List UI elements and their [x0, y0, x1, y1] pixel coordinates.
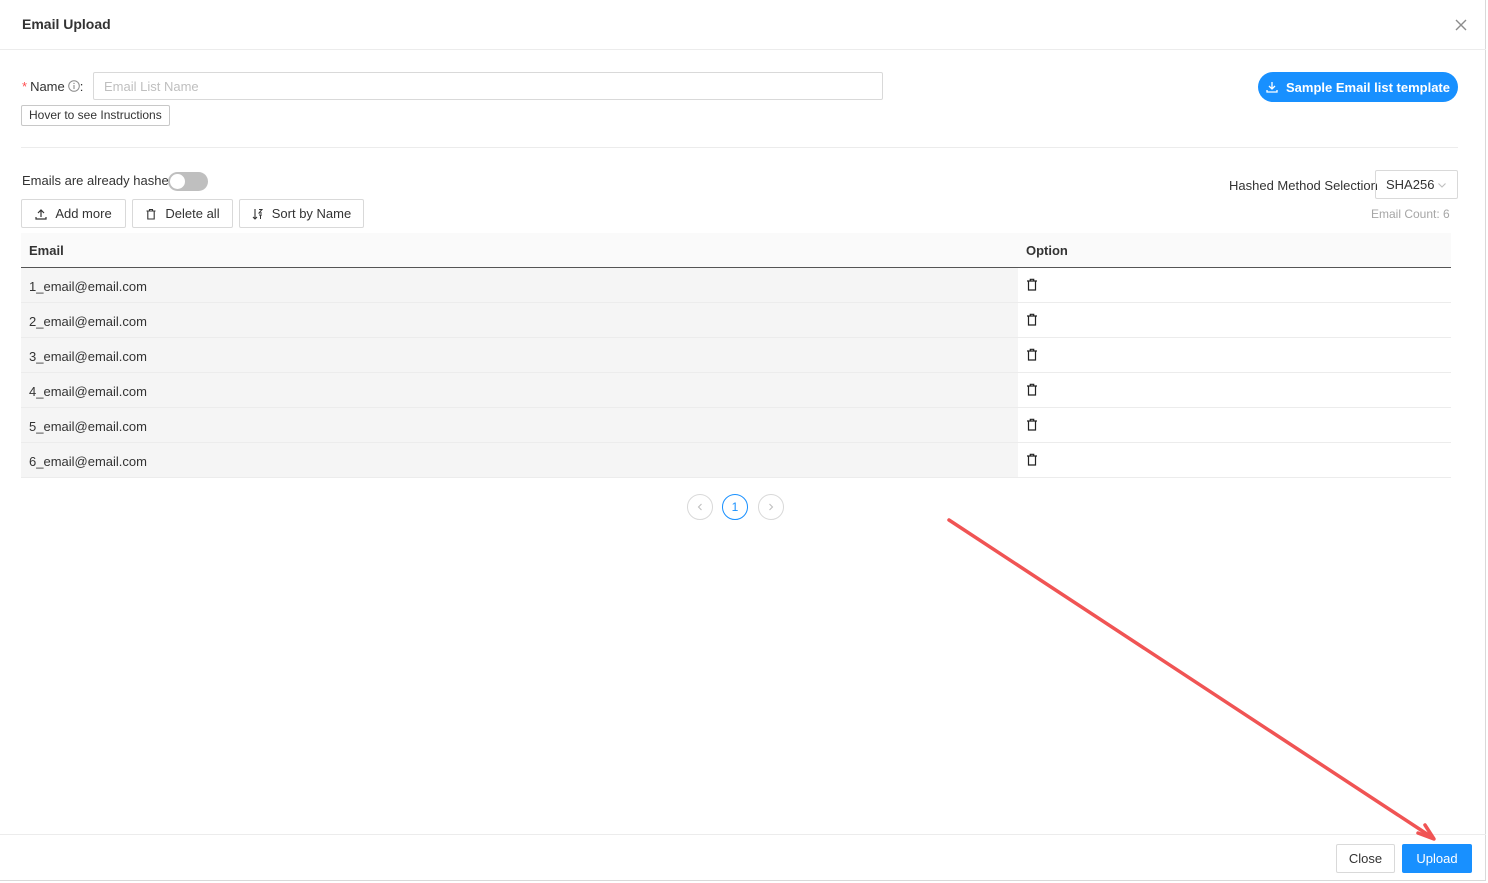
- name-label-text: Name: [30, 79, 65, 94]
- hash-method-value: SHA256: [1386, 177, 1435, 192]
- hashed-toggle[interactable]: [168, 172, 208, 191]
- table-row: 2_email@email.com: [21, 303, 1451, 338]
- option-cell: [1018, 443, 1451, 477]
- name-label: * Name:: [22, 79, 83, 94]
- hash-method-label: Hashed Method Selection: [1229, 178, 1378, 193]
- prev-page-button[interactable]: [687, 494, 713, 520]
- email-cell: 2_email@email.com: [29, 314, 147, 329]
- chevron-down-icon: [1438, 182, 1446, 188]
- upload-icon: [35, 208, 47, 220]
- next-page-button[interactable]: [758, 494, 784, 520]
- download-icon: [1266, 82, 1278, 93]
- sort-by-name-button[interactable]: Sort by Name: [239, 199, 364, 228]
- table-row: 5_email@email.com: [21, 408, 1451, 443]
- delete-row-icon[interactable]: [1026, 313, 1038, 326]
- add-more-label: Add more: [55, 206, 112, 221]
- add-more-button[interactable]: Add more: [21, 199, 126, 228]
- chevron-left-icon: [697, 503, 702, 511]
- name-label-colon: :: [79, 79, 84, 94]
- email-table: Email Option 1_email@email.com 2_email@e…: [21, 233, 1451, 478]
- close-button[interactable]: Close: [1336, 844, 1395, 873]
- sort-by-name-label: Sort by Name: [271, 206, 352, 221]
- delete-row-icon[interactable]: [1026, 383, 1038, 396]
- email-cell: 4_email@email.com: [29, 384, 147, 399]
- email-count: Email Count: 6: [1371, 207, 1450, 221]
- column-header-option: Option: [1026, 243, 1068, 258]
- option-cell: [1018, 408, 1451, 442]
- toggle-knob: [170, 174, 185, 189]
- hover-instructions-tag[interactable]: Hover to see Instructions: [21, 105, 170, 126]
- email-cell: 1_email@email.com: [29, 279, 147, 294]
- modal-footer: [0, 834, 1486, 881]
- option-cell: [1018, 303, 1451, 337]
- section-divider: [21, 147, 1458, 148]
- option-cell: [1018, 268, 1451, 302]
- table-row: 6_email@email.com: [21, 443, 1451, 478]
- email-list-name-input[interactable]: [93, 72, 883, 100]
- trash-icon: [146, 208, 156, 220]
- option-cell: [1018, 338, 1451, 372]
- required-mark: *: [22, 79, 28, 94]
- table-row: 3_email@email.com: [21, 338, 1451, 373]
- table-row: 4_email@email.com: [21, 373, 1451, 408]
- delete-all-label: Delete all: [165, 206, 220, 221]
- email-cell: 6_email@email.com: [29, 454, 147, 469]
- sample-template-label: Sample Email list template: [1285, 79, 1450, 95]
- email-cell: 3_email@email.com: [29, 349, 147, 364]
- table-header: Email Option: [21, 233, 1451, 268]
- hash-method-select[interactable]: SHA256: [1375, 170, 1458, 199]
- page-1-button[interactable]: 1: [722, 494, 748, 520]
- delete-row-icon[interactable]: [1026, 453, 1038, 466]
- option-cell: [1018, 373, 1451, 407]
- delete-row-icon[interactable]: [1026, 418, 1038, 431]
- close-icon[interactable]: [1452, 16, 1470, 34]
- info-icon[interactable]: [67, 80, 80, 92]
- delete-row-icon[interactable]: [1026, 348, 1038, 361]
- column-header-email: Email: [29, 243, 64, 258]
- delete-row-icon[interactable]: [1026, 278, 1038, 291]
- table-row: 1_email@email.com: [21, 268, 1451, 303]
- email-upload-modal: Email Upload *Name: Hover to see Instruc…: [0, 0, 1486, 881]
- upload-button[interactable]: Upload: [1402, 844, 1472, 873]
- modal-header: Email Upload: [0, 0, 1486, 50]
- hashed-toggle-label: Emails are already hashed: [22, 173, 176, 188]
- delete-all-button[interactable]: Delete all: [132, 199, 233, 228]
- modal-title: Email Upload: [22, 16, 111, 32]
- chevron-right-icon: [769, 503, 774, 511]
- sample-template-button[interactable]: Sample Email list template: [1258, 72, 1458, 102]
- email-cell: 5_email@email.com: [29, 419, 147, 434]
- sort-icon: [252, 208, 263, 220]
